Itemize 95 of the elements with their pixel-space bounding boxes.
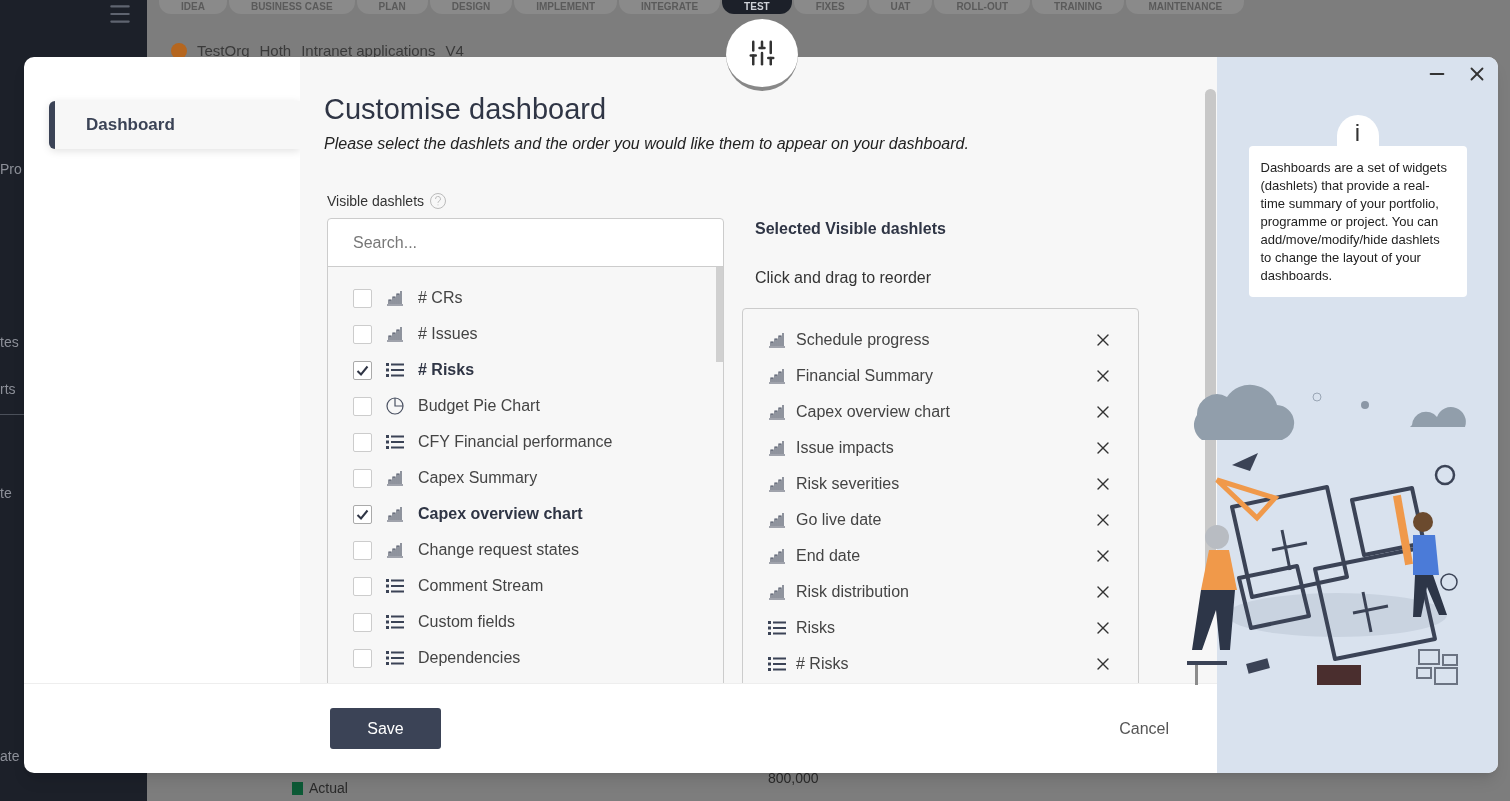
dialog-subtitle: Please select the dashlets and the order you would like them to appear on your dashboard. [324,134,970,154]
dashlet-label: Dependencies [418,648,521,668]
dashlet-label: Go live date [796,510,883,530]
list-icon [386,362,404,378]
bar-chart-icon [386,506,404,522]
dashlet-option[interactable]: Dependencies [328,640,716,676]
dashlet-option[interactable]: Capex overview chart [328,496,716,532]
bar-chart-icon [386,470,404,486]
selected-dashlet[interactable]: Capex overview chart [768,394,1113,430]
bar-chart-icon [768,404,786,420]
legend-label: Actual [309,779,348,798]
dashlet-label: Capex overview chart [796,402,951,422]
sidebar-item[interactable]: Pro [0,159,22,180]
list-icon [386,650,404,666]
checkbox[interactable] [353,468,372,488]
cancel-button[interactable]: Cancel [1119,716,1169,741]
nav-tab[interactable]: Dashboard [49,101,300,149]
sidebar-item[interactable]: tes [0,332,19,353]
selected-dashlet[interactable]: Go live date [768,502,1113,538]
bar-chart-icon [768,368,786,384]
info-icon: i [1336,115,1379,147]
bar-chart-icon [768,440,786,456]
bar-chart-icon [768,332,786,348]
bar-chart-icon [768,584,786,600]
bar-chart-icon [768,548,786,564]
dashlet-label: Risk severities [796,474,901,494]
dashlet-label: Schedule progress [796,330,931,350]
hint-text: Click and drag to reorder [755,268,933,288]
dashlet-option[interactable]: Custom fields [328,604,716,640]
selected-dashlet[interactable]: Risk distribution [768,574,1113,610]
save-button[interactable]: Save [330,708,441,749]
list-icon [386,434,404,450]
selected-dashlet[interactable]: Risk severities [768,466,1113,502]
checkbox[interactable] [353,648,372,668]
checkbox[interactable] [353,360,372,380]
sidebar-item[interactable]: rts [0,379,16,400]
checkbox[interactable] [353,324,372,344]
checkbox[interactable] [353,432,372,452]
selected-dashlet[interactable]: Risks [768,610,1113,646]
dashlet-option[interactable]: # CRs [328,280,716,316]
dashlet-label: Capex overview chart [418,504,583,524]
dashlet-label: Financial Summary [796,366,934,386]
dashlet-option[interactable]: # Issues [328,316,716,352]
dashlet-option[interactable]: # Risks [328,352,716,388]
dashlet-label: Risk distribution [796,582,910,602]
sidebar-item[interactable]: te [0,483,12,504]
list-icon [386,614,404,630]
sliders-icon [747,38,777,68]
bar-chart-icon [768,512,786,528]
checkbox[interactable] [353,612,372,632]
selected-dashlet[interactable]: Schedule progress [768,322,1113,358]
bar-chart-icon [768,476,786,492]
dashlet-label: # Risks [418,360,475,380]
dashlet-label: Budget Pie Chart [418,396,540,416]
dashlet-label: Issue impacts [796,438,895,458]
checkbox[interactable] [353,504,372,524]
list-icon [768,656,786,672]
axis-tick-label: 800,000 [767,769,819,788]
list-icon [768,620,786,636]
selected-dashlet[interactable]: # Risks [768,646,1113,682]
checkbox[interactable] [353,288,372,308]
dashlet-option[interactable]: CFY Financial performance [328,424,716,460]
dashlet-label: Comment Stream [418,576,544,596]
scrollbar[interactable] [716,267,723,362]
dashlet-label: Custom fields [418,612,515,632]
dashlet-label: # Issues [418,324,478,344]
sidebar-item[interactable]: ate [0,746,20,767]
dashlet-label: CFY Financial performance [418,432,613,452]
info-text: Dashboards are a set of widgets (dashlets) that provide a real-time summary of your portfolio, programme or project. You can add/move/modify/hide dashlets to change the layout of your dashboards. [1248,146,1467,297]
dashlet-option[interactable]: Comment Stream [328,568,716,604]
checkbox[interactable] [353,576,372,596]
dialog-title: Customise dashboard [324,92,608,127]
bar-chart-icon [386,542,404,558]
dashlet-option[interactable]: Capex Summary [328,460,716,496]
dashlet-label: # Risks [796,654,850,674]
checkbox[interactable] [353,540,372,560]
pie-chart-icon [386,397,404,415]
dashlet-label: End date [796,546,862,566]
selected-dashlet[interactable]: Issue impacts [768,430,1113,466]
dashlet-label: Change request states [418,540,579,560]
legend-swatch [292,782,303,795]
bar-chart-icon [386,326,404,342]
dashlet-label: Capex Summary [418,468,538,488]
dashlet-label: Risks [796,618,837,638]
dashlet-label: # CRs [418,288,463,308]
field-label: Visible dashlets [327,191,425,211]
selected-dashlet[interactable]: Financial Summary [768,358,1113,394]
stage-tab[interactable]: TEST [722,0,792,14]
dashlet-option[interactable]: Change request states [328,532,716,568]
dashlet-option[interactable]: Budget Pie Chart [328,388,716,424]
list-icon [386,578,404,594]
section-heading: Selected Visible dashlets [755,219,947,239]
checkbox[interactable] [353,396,372,416]
bar-chart-icon [386,290,404,306]
selected-dashlet[interactable]: End date [768,538,1113,574]
